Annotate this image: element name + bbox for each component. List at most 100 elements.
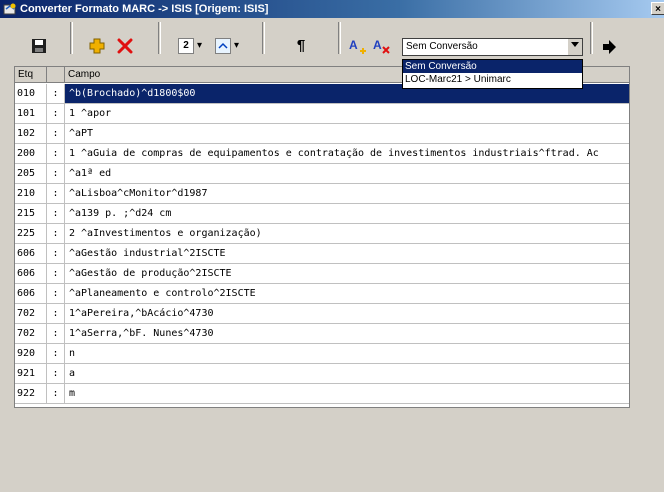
table-row[interactable]: 200:1 ^aGuia de compras de equipamentos … [15, 144, 629, 164]
table-row[interactable]: 606: ^aGestão de produção^2ISCTE [15, 264, 629, 284]
cell-etq[interactable]: 606 [15, 264, 47, 284]
cell-separator: : [47, 184, 65, 204]
cell-campo[interactable]: n [65, 344, 629, 364]
chevron-down-icon[interactable]: ▾ [234, 39, 244, 53]
cell-separator: : [47, 364, 65, 384]
combo-dropdown-button[interactable] [567, 39, 582, 55]
cell-etq[interactable]: 922 [15, 384, 47, 404]
cell-campo[interactable]: 1 ^apor [65, 104, 629, 124]
table-row[interactable]: 102: ^aPT [15, 124, 629, 144]
cell-etq[interactable]: 215 [15, 204, 47, 224]
cell-etq[interactable]: 921 [15, 364, 47, 384]
header-etq[interactable]: Etq [15, 67, 47, 83]
cell-etq[interactable]: 702 [15, 324, 47, 344]
conversion-select[interactable]: Sem Conversão [402, 38, 583, 56]
cell-campo[interactable]: ^aGestão industrial^2ISCTE [65, 244, 629, 264]
save-icon [32, 39, 46, 53]
cell-separator: : [47, 104, 65, 124]
apply-conversion-button[interactable] [600, 38, 618, 56]
cell-separator: : [47, 284, 65, 304]
table-row[interactable]: 920: n [15, 344, 629, 364]
cell-etq[interactable]: 225 [15, 224, 47, 244]
table-row[interactable]: 702: 1^aSerra,^bF. Nunes^4730 [15, 324, 629, 344]
paragraph-button[interactable]: ¶ [292, 37, 310, 55]
toolbar-separator [70, 22, 73, 54]
table-row[interactable]: 205: ^a1ª ed [15, 164, 629, 184]
caret-up-box-icon[interactable] [215, 38, 231, 54]
table-row[interactable]: 921: a [15, 364, 629, 384]
cell-campo[interactable]: ^aPT [65, 124, 629, 144]
cell-separator: : [47, 344, 65, 364]
cell-etq[interactable]: 210 [15, 184, 47, 204]
cell-etq[interactable]: 702 [15, 304, 47, 324]
cell-campo[interactable]: 1^aSerra,^bF. Nunes^4730 [65, 324, 629, 344]
marc-fields-table[interactable]: Etq Campo 010: ^b(Brochado)^d1800$00 101:1… [14, 66, 630, 408]
cell-separator: : [47, 84, 65, 104]
table-row[interactable]: 606: ^aPlaneamento e controlo^2ISCTE [15, 284, 629, 304]
cell-etq[interactable]: 010 [15, 84, 47, 104]
cell-campo[interactable]: ^aGestão de produção^2ISCTE [65, 264, 629, 284]
cell-campo[interactable]: 1^aPereira,^bAcácio^4730 [65, 304, 629, 324]
toolbar-separator [590, 22, 593, 54]
header-separator [47, 67, 65, 83]
toolbar-separator [158, 22, 161, 54]
cell-campo[interactable]: a [65, 364, 629, 384]
cell-etq[interactable]: 606 [15, 244, 47, 264]
dropdown-option-sem-conversao[interactable]: Sem Conversão [403, 60, 582, 73]
cell-campo[interactable]: ^a139 p. ;^d24 cm [65, 204, 629, 224]
cell-separator: : [47, 124, 65, 144]
cell-separator: : [47, 224, 65, 244]
table-row[interactable]: 225:2 ^aInvestimentos e organização) [15, 224, 629, 244]
cell-campo[interactable]: m [65, 384, 629, 404]
cell-separator: : [47, 384, 65, 404]
cell-etq[interactable]: 606 [15, 284, 47, 304]
font-grow-button[interactable]: A [348, 37, 368, 55]
add-icon [89, 38, 105, 54]
save-button[interactable] [30, 37, 48, 55]
level-selector[interactable]: 2 [178, 38, 194, 54]
cell-campo[interactable]: 1 ^aGuia de compras de equipamentos e co… [65, 144, 629, 164]
font-shrink-icon: A [373, 38, 390, 54]
arrow-right-icon [603, 40, 616, 54]
toolbar-separator [338, 22, 341, 54]
table-row[interactable]: 922: m [15, 384, 629, 404]
chevron-down-icon[interactable]: ▾ [197, 39, 207, 53]
close-button[interactable]: × [651, 2, 664, 15]
dropdown-option-loc-marc21[interactable]: LOC-Marc21 > Unimarc [403, 73, 582, 86]
table-row[interactable]: 702: 1^aPereira,^bAcácio^4730 [15, 304, 629, 324]
cell-separator: : [47, 244, 65, 264]
cell-campo[interactable]: 2 ^aInvestimentos e organização) [65, 224, 629, 244]
delete-button[interactable] [116, 37, 134, 55]
cell-separator: : [47, 304, 65, 324]
add-button[interactable] [88, 37, 106, 55]
cell-campo[interactable]: ^aLisboa^cMonitor^d1987 [65, 184, 629, 204]
cell-separator: : [47, 144, 65, 164]
title-bar[interactable]: Converter Formato MARC -> ISIS [Origem: … [0, 0, 664, 18]
table-row[interactable]: 606: ^aGestão industrial^2ISCTE [15, 244, 629, 264]
table-row[interactable]: 215: ^a139 p. ;^d24 cm [15, 204, 629, 224]
caret-down-icon [571, 42, 579, 47]
font-grow-icon: A [349, 38, 366, 54]
font-shrink-button[interactable]: A [372, 37, 392, 55]
delete-icon [117, 38, 133, 54]
window-title: Converter Formato MARC -> ISIS [Origem: … [20, 3, 269, 15]
cell-separator: : [47, 324, 65, 344]
cell-separator: : [47, 164, 65, 184]
conversion-dropdown-list[interactable]: Sem Conversão LOC-Marc21 > Unimarc [402, 59, 583, 89]
cell-etq[interactable]: 920 [15, 344, 47, 364]
conversion-select-value: Sem Conversão [406, 41, 478, 52]
cell-separator: : [47, 204, 65, 224]
cell-etq[interactable]: 200 [15, 144, 47, 164]
empty-area [0, 408, 664, 492]
app-icon [3, 3, 16, 15]
svg-text:A: A [373, 38, 382, 52]
cell-campo[interactable]: ^a1ª ed [65, 164, 629, 184]
cell-campo[interactable]: ^aPlaneamento e controlo^2ISCTE [65, 284, 629, 304]
svg-text:A: A [349, 38, 358, 52]
cell-etq[interactable]: 205 [15, 164, 47, 184]
table-row[interactable]: 210: ^aLisboa^cMonitor^d1987 [15, 184, 629, 204]
table-row[interactable]: 101:1 ^apor [15, 104, 629, 124]
toolbar-separator [262, 22, 265, 54]
cell-etq[interactable]: 101 [15, 104, 47, 124]
cell-etq[interactable]: 102 [15, 124, 47, 144]
